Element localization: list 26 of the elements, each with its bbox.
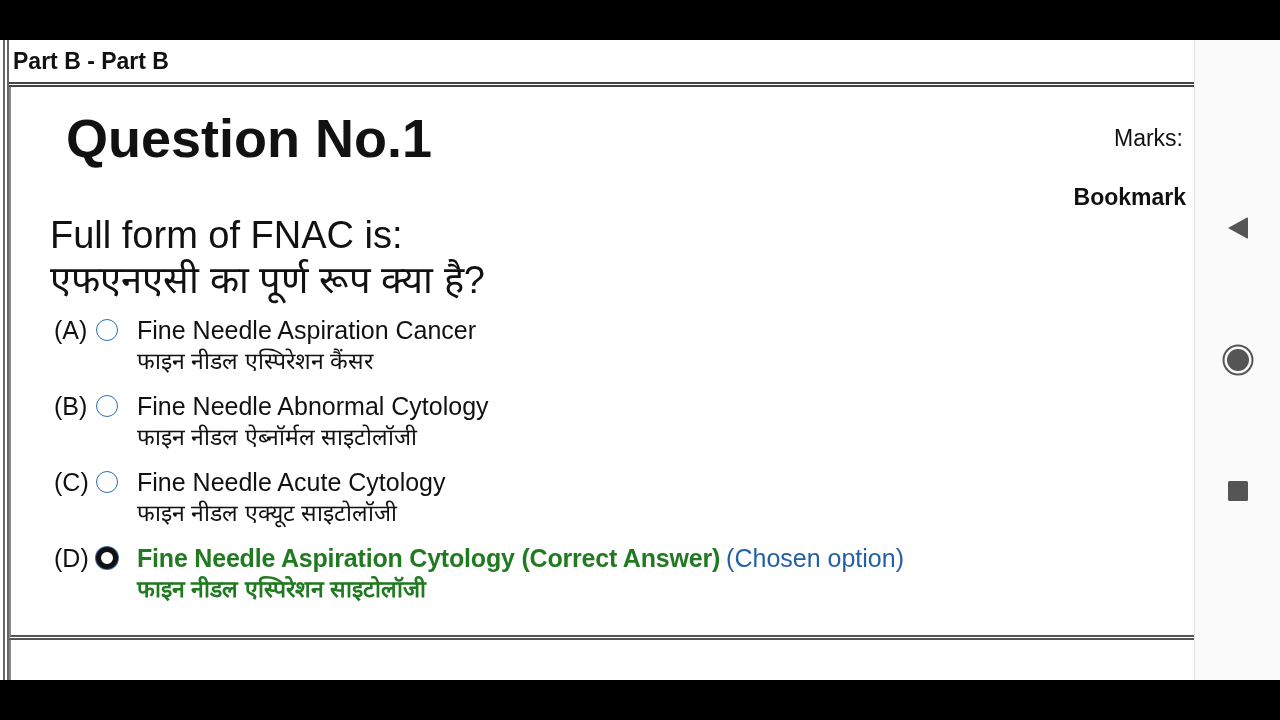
chosen-option-note: (Chosen option) [726, 543, 904, 574]
radio-button[interactable] [96, 471, 118, 493]
option-text: Fine Needle Acute Cytology [137, 467, 446, 498]
option-text: Fine Needle Aspiration Cancer [137, 315, 477, 346]
option-text: Fine Needle Abnormal Cytology [137, 391, 489, 422]
question-text-hindi: एफएनएसी का पूर्ण रूप क्या है? [50, 258, 485, 302]
marks-label: Marks: [1114, 124, 1183, 153]
section-title: Part B - Part B [13, 47, 169, 76]
option-text-hindi: फाइन नीडल एक्यूट साइटोलॉजी [137, 499, 398, 528]
home-icon[interactable] [1221, 344, 1254, 376]
bookmark-link[interactable]: Bookmark [1073, 182, 1186, 212]
question-text: Full form of FNAC is: [50, 213, 403, 257]
radio-button[interactable] [96, 547, 118, 569]
option-letter: (D) [53, 543, 90, 574]
radio-button[interactable] [96, 319, 118, 341]
square-icon[interactable] [1227, 481, 1248, 501]
option-text: Fine Needle Aspiration Cytology (Correct Answer) [137, 543, 721, 574]
option-text-hindi: फाइन नीडल ऐब्नॉर्मल साइटोलॉजी [137, 423, 418, 452]
option-letter: (C) [53, 467, 90, 498]
back-icon[interactable] [1227, 217, 1248, 239]
option-letter: (B) [53, 391, 89, 422]
option-text-hindi: फाइन नीडल एस्पिरेशन कैंसर [137, 347, 374, 376]
option-text-hindi: फाइन नीडल एस्पिरेशन साइटोलॉजी [137, 575, 427, 604]
radio-button[interactable] [96, 395, 118, 417]
option-letter: (A) [53, 315, 89, 346]
question-heading: Question No.1 [66, 107, 433, 169]
